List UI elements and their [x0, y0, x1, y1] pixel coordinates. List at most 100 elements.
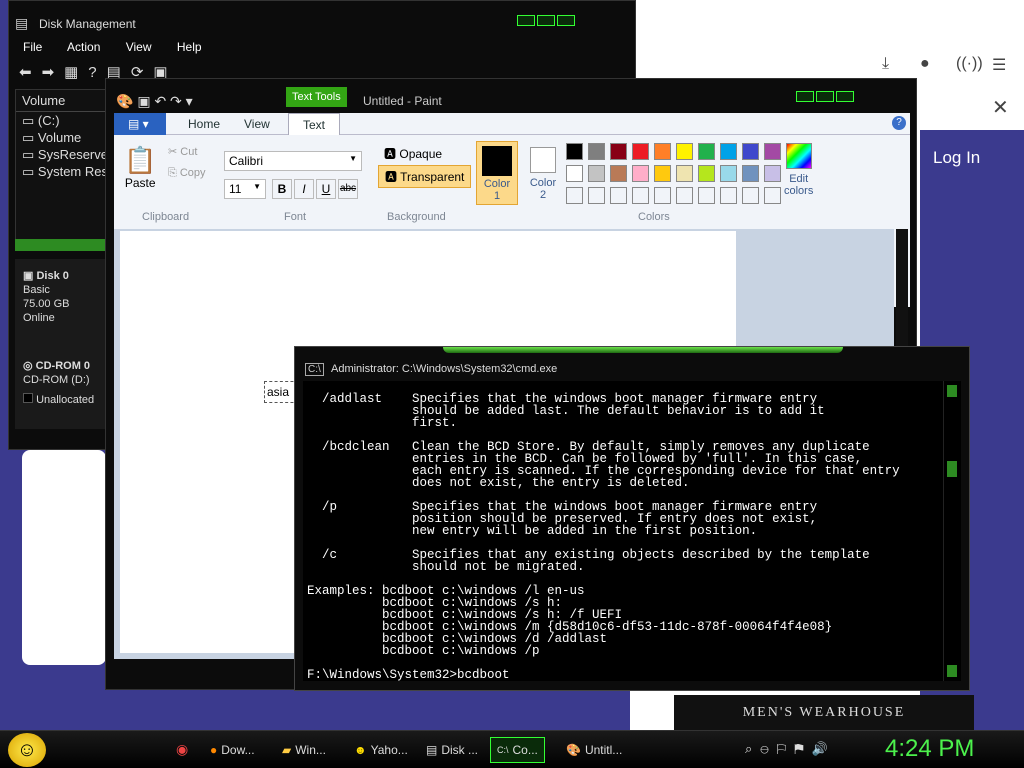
color-swatch[interactable] — [610, 165, 627, 182]
list-item[interactable]: ▭ System Res — [16, 163, 110, 180]
cut-button[interactable]: ✂ Cut — [168, 145, 197, 158]
opaque-button[interactable]: 🅰 Opaque — [378, 143, 448, 164]
start-button[interactable]: ☺ — [8, 733, 46, 767]
bold-button[interactable]: B — [272, 179, 292, 199]
copy-button[interactable]: ⎘ Copy — [168, 167, 206, 180]
color-swatch[interactable] — [698, 165, 715, 182]
italic-button[interactable]: I — [294, 179, 314, 199]
tab-text[interactable]: Text — [288, 113, 341, 135]
task-downloads[interactable]: ● Dow... — [204, 737, 261, 763]
custom-color-slot[interactable] — [654, 187, 671, 204]
color-swatch[interactable] — [632, 143, 649, 160]
color1-swatch — [482, 146, 512, 176]
quick-access-icons[interactable]: 🎨 ▣ ↶ ↷ ▾ — [116, 93, 193, 110]
custom-color-slot[interactable] — [566, 187, 583, 204]
color-swatch[interactable] — [610, 143, 627, 160]
scroll-thumb[interactable] — [947, 461, 957, 477]
title-glow — [443, 347, 843, 353]
color-swatch[interactable] — [676, 143, 693, 160]
underline-button[interactable]: U — [316, 179, 336, 199]
close-icon[interactable]: ✕ — [992, 95, 1009, 120]
window-controls[interactable] — [517, 15, 575, 26]
console-output[interactable]: /addlast Specifies that the windows boot… — [303, 381, 943, 681]
help-icon[interactable]: ? — [892, 116, 906, 130]
opaque-icon: 🅰 — [384, 147, 397, 161]
scroll-down-arrow[interactable] — [947, 665, 957, 677]
background-card — [22, 450, 106, 665]
legend-swatch — [23, 393, 33, 403]
clock[interactable]: 4:24 PM — [885, 735, 974, 763]
list-item[interactable]: ▭ (C:) — [16, 112, 110, 129]
task-cmd[interactable]: C:\ Co... — [490, 737, 545, 763]
paste-icon: 📋 — [124, 145, 157, 175]
custom-color-slot[interactable] — [720, 187, 737, 204]
login-link[interactable]: Log In — [933, 148, 980, 168]
task-windows[interactable]: ▰ Win... — [276, 737, 332, 763]
system-tray-icons[interactable]: ⌕⊖⚐⚑🔊 — [745, 741, 836, 757]
rainbow-icon — [785, 143, 812, 169]
scroll-up-arrow[interactable] — [947, 385, 957, 397]
color-swatch[interactable] — [720, 165, 737, 182]
paste-button[interactable]: 📋 Paste — [124, 145, 156, 190]
window-title: Administrator: C:\Windows\System32\cmd.e… — [331, 363, 558, 375]
download-icon[interactable]: ⤓ — [882, 55, 889, 73]
menu-file[interactable]: File — [23, 40, 42, 54]
color-swatch[interactable] — [654, 165, 671, 182]
custom-color-slot[interactable] — [764, 187, 781, 204]
color2-button[interactable]: Color 2 — [522, 141, 564, 205]
color-swatch[interactable] — [566, 143, 583, 160]
column-header-volume[interactable]: Volume — [16, 90, 110, 112]
file-menu-button[interactable]: ▤ ▾ — [114, 113, 166, 135]
color-swatch[interactable] — [698, 143, 715, 160]
transparent-button[interactable]: 🅰 Transparent — [378, 165, 472, 188]
color1-button[interactable]: Color 1 — [476, 141, 518, 205]
disk-size: 75.00 GB — [23, 298, 70, 310]
color-swatch[interactable] — [566, 165, 583, 182]
volume-list: Volume ▭ (C:) ▭ Volume ▭ SysReserve ▭ Sy… — [15, 89, 111, 241]
cmd-small-icon: C:\ — [497, 745, 509, 755]
list-item[interactable]: ▭ SysReserve — [16, 146, 110, 163]
custom-color-slot[interactable] — [676, 187, 693, 204]
font-size-select[interactable]: 11 ▼ — [224, 179, 266, 199]
color-swatch[interactable] — [764, 165, 781, 182]
legend-unallocated: Unallocated — [36, 394, 95, 406]
color-swatch[interactable] — [588, 165, 605, 182]
custom-color-slot[interactable] — [588, 187, 605, 204]
color-swatch[interactable] — [742, 143, 759, 160]
window-controls[interactable] — [796, 91, 854, 102]
menu-view[interactable]: View — [126, 40, 152, 54]
color-swatch[interactable] — [676, 165, 693, 182]
task-yahoo[interactable]: ☻ Yaho... — [348, 737, 414, 763]
color-swatch[interactable] — [742, 165, 759, 182]
tab-view[interactable]: View — [230, 113, 284, 135]
edit-colors-button[interactable]: Edit colors — [784, 143, 813, 197]
flag-icon[interactable]: ● — [920, 55, 930, 73]
strikethrough-button[interactable]: abc — [338, 179, 358, 199]
broadcast-icon[interactable]: ((·)) — [956, 55, 983, 73]
color-swatch[interactable] — [720, 143, 737, 160]
cdrom-label: CD-ROM (D:) — [23, 374, 90, 386]
disk-name[interactable]: ▣ Disk 0 — [23, 269, 103, 283]
menu-icon[interactable]: ☰ — [992, 55, 1006, 75]
task-disk[interactable]: ▤ Disk ... — [420, 737, 484, 763]
text-tools-tab[interactable]: Text Tools — [286, 87, 347, 107]
custom-color-slot[interactable] — [610, 187, 627, 204]
tab-home[interactable]: Home — [174, 113, 234, 135]
custom-color-slot[interactable] — [742, 187, 759, 204]
font-family-select[interactable]: Calibri ▼ — [224, 151, 362, 171]
color-swatch[interactable] — [632, 165, 649, 182]
chrome-icon[interactable]: ◉ — [176, 741, 188, 758]
color-swatch[interactable] — [764, 143, 781, 160]
ribbon-tabs: ▤ ▾ Home View Text ? — [114, 113, 910, 135]
menu-help[interactable]: Help — [177, 40, 202, 54]
vertical-scrollbar[interactable] — [943, 381, 961, 681]
color-swatch[interactable] — [588, 143, 605, 160]
custom-color-slot[interactable] — [698, 187, 715, 204]
color-swatch[interactable] — [654, 143, 671, 160]
custom-color-slot[interactable] — [632, 187, 649, 204]
horizontal-scrollbar[interactable] — [15, 239, 111, 251]
list-item[interactable]: ▭ Volume — [16, 129, 110, 146]
cdrom-name[interactable]: ◎ CD-ROM 0 — [23, 359, 103, 373]
menu-action[interactable]: Action — [67, 40, 100, 54]
task-paint[interactable]: 🎨 Untitl... — [560, 737, 628, 763]
